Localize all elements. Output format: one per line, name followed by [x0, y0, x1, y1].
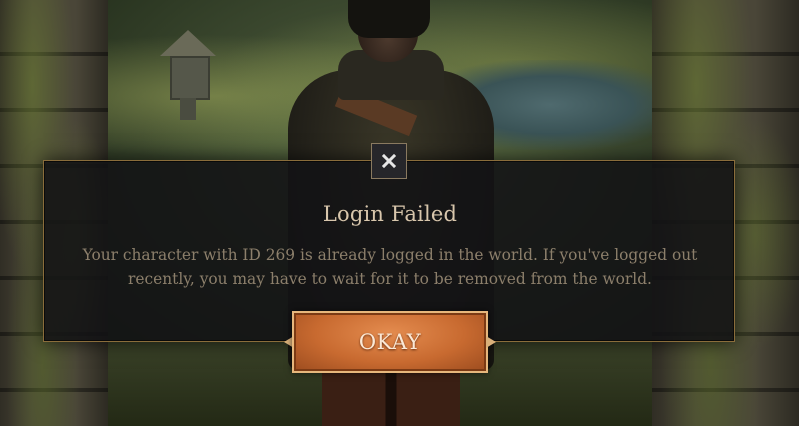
button-ornament-right: [486, 336, 496, 348]
close-x-icon: [382, 154, 396, 168]
game-scene: Login Failed Your character with ID 269 …: [0, 0, 799, 426]
okay-button[interactable]: OKAY: [292, 311, 488, 373]
stone-lantern: [160, 30, 216, 120]
okay-button-frame: OKAY: [284, 311, 496, 373]
dialog-title: Login Failed: [322, 202, 458, 226]
okay-button-label: OKAY: [358, 330, 422, 354]
dialog-message: Your character with ID 269 is already lo…: [82, 246, 698, 288]
close-button[interactable]: [371, 143, 407, 179]
